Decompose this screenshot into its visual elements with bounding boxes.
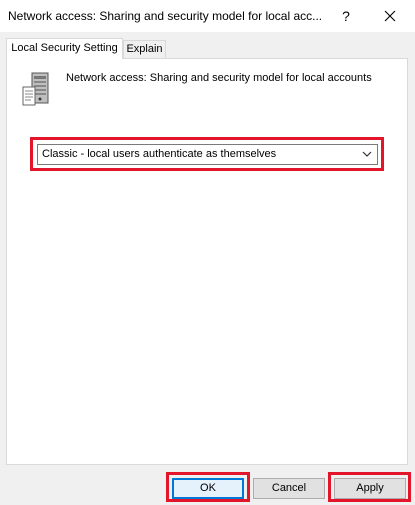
tab-explain[interactable]: Explain	[123, 40, 166, 60]
dropdown-selected-value: Classic - local users authenticate as th…	[42, 148, 277, 160]
close-icon	[384, 10, 396, 22]
close-button[interactable]	[373, 2, 407, 30]
cancel-button[interactable]: Cancel	[253, 478, 325, 499]
policy-name: Network access: Sharing and security mod…	[66, 72, 372, 84]
help-button[interactable]: ?	[334, 4, 358, 28]
dialog-title: Network access: Sharing and security mod…	[8, 9, 323, 23]
tab-local-security-setting[interactable]: Local Security Setting	[6, 38, 123, 59]
tab-panel: Network access: Sharing and security mod…	[6, 58, 408, 465]
ok-button[interactable]: OK	[172, 478, 244, 499]
apply-button[interactable]: Apply	[334, 478, 406, 499]
chevron-down-icon	[362, 151, 372, 157]
title-bar: Network access: Sharing and security mod…	[0, 0, 415, 32]
setting-dropdown[interactable]: Classic - local users authenticate as th…	[37, 144, 378, 165]
server-policy-icon	[21, 72, 55, 111]
